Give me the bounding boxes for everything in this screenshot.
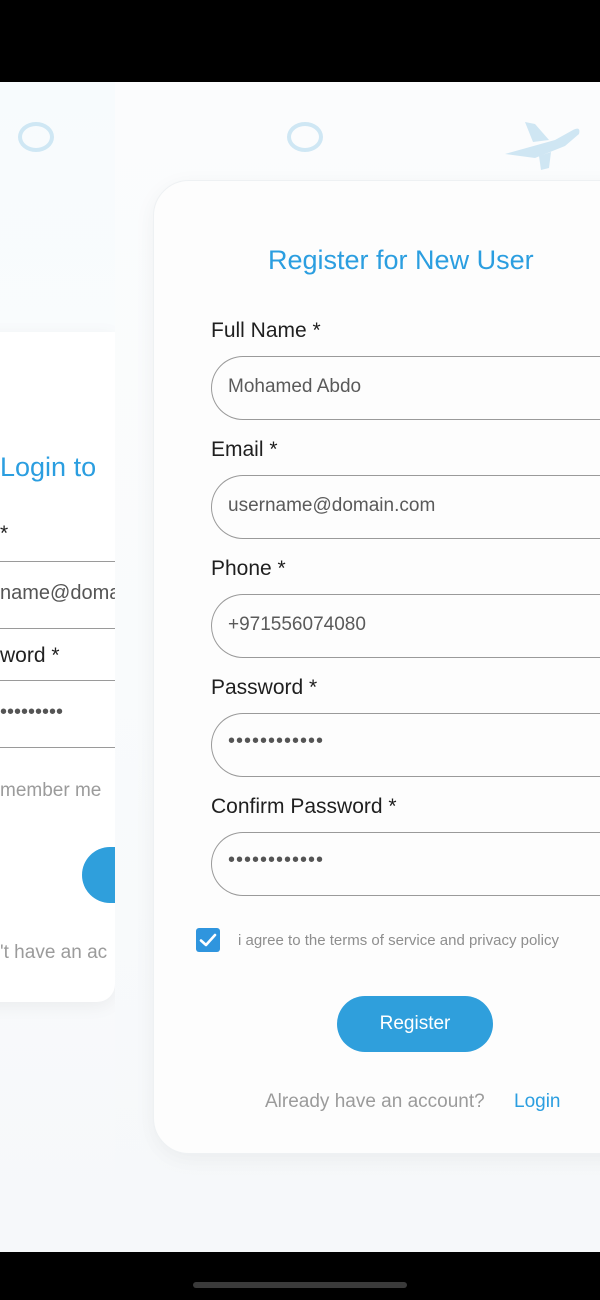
login-password-value[interactable]: ••••••••• <box>0 701 63 724</box>
ring-decoration-icon <box>287 122 323 152</box>
confirm-password-input[interactable]: •••••••••••• <box>211 832 600 896</box>
full-name-label: Full Name * <box>211 319 321 342</box>
login-email-label: * <box>0 522 9 545</box>
bottom-safe-area <box>0 1252 600 1300</box>
email-label: Email * <box>211 438 278 461</box>
login-password-line <box>0 680 115 681</box>
home-indicator[interactable] <box>193 1282 407 1288</box>
password-value: •••••••••••• <box>228 730 325 752</box>
login-email-value[interactable]: name@doma <box>0 582 115 605</box>
remember-me-label[interactable]: member me <box>0 780 101 802</box>
full-name-value: Mohamed Abdo <box>228 376 362 397</box>
register-button[interactable]: Register <box>337 996 493 1052</box>
phone-value: +971556074080 <box>228 614 366 635</box>
checkmark-icon <box>199 933 217 947</box>
email-input[interactable]: username@domain.com <box>211 475 600 539</box>
agree-checkbox[interactable] <box>196 928 220 952</box>
login-title: Login to <box>0 452 97 482</box>
signup-prompt: 't have an ac <box>0 942 108 963</box>
app-screen: Login to * name@doma word * ••••••••• me… <box>0 0 600 1300</box>
login-link[interactable]: Login <box>514 1091 561 1113</box>
login-card-clip: Login to * name@doma word * ••••••••• me… <box>0 82 115 1252</box>
register-card: Register for New User Full Name * Mohame… <box>153 180 600 1154</box>
airplane-icon <box>505 122 580 170</box>
login-email-line <box>0 561 115 562</box>
confirm-password-value: •••••••••••• <box>228 849 325 871</box>
login-password-bottom-line <box>0 747 115 748</box>
password-label: Password * <box>211 676 318 699</box>
register-title: Register for New User <box>268 245 534 275</box>
phone-label: Phone * <box>211 557 286 580</box>
login-divider <box>0 628 115 629</box>
agree-terms-text[interactable]: i agree to the terms of service and priv… <box>238 932 559 949</box>
confirm-password-label: Confirm Password * <box>211 795 397 818</box>
register-panel: Register for New User Full Name * Mohame… <box>115 82 600 1252</box>
already-have-account-text: Already have an account? <box>265 1091 485 1112</box>
phone-input[interactable]: +971556074080 <box>211 594 600 658</box>
login-password-label: word * <box>0 644 60 667</box>
email-value: username@domain.com <box>228 495 436 516</box>
full-name-input[interactable]: Mohamed Abdo <box>211 356 600 420</box>
password-input[interactable]: •••••••••••• <box>211 713 600 777</box>
status-bar <box>0 0 600 82</box>
